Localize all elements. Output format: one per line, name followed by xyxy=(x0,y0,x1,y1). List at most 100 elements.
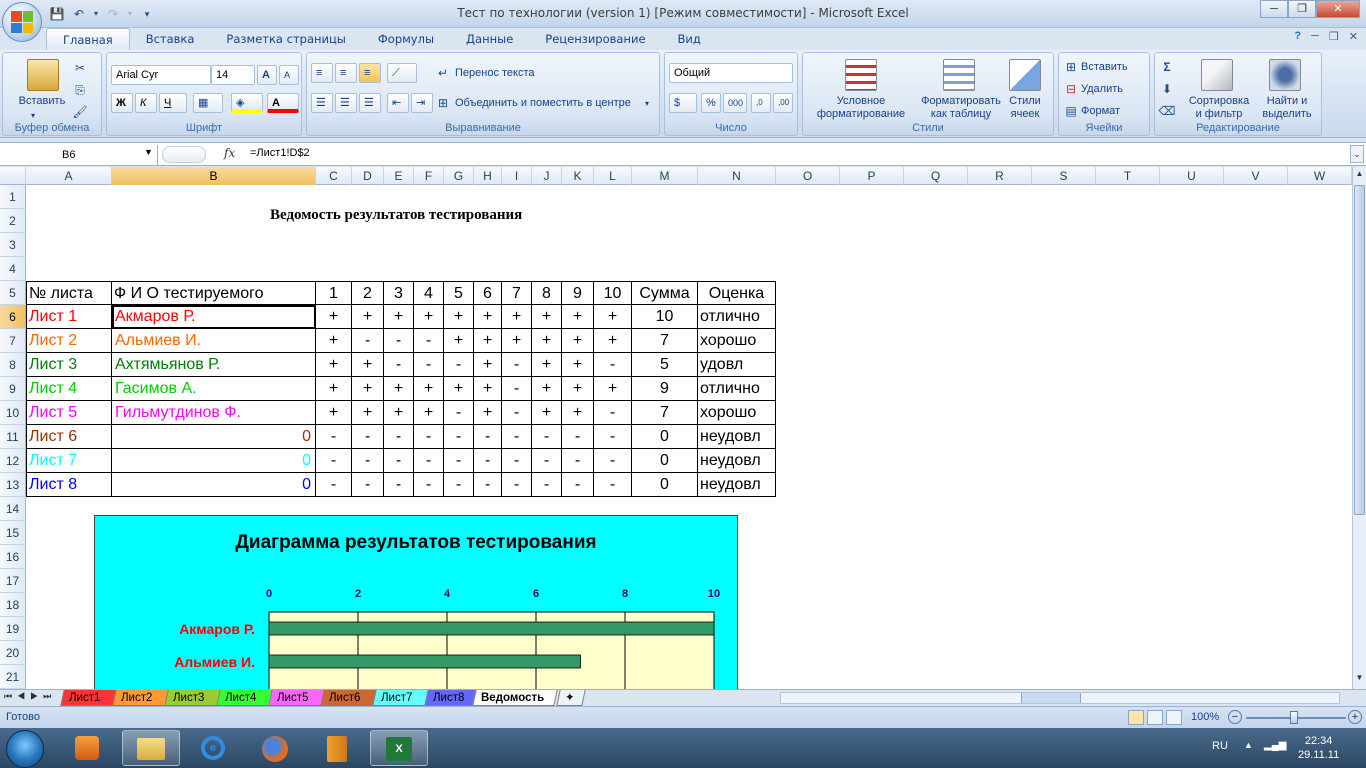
tab-insert[interactable]: Вставка xyxy=(130,28,211,50)
row-header-20[interactable]: 20 xyxy=(0,641,26,665)
answer-cell[interactable]: - xyxy=(444,401,474,425)
merge-center-button[interactable]: Объединить и поместить в центре xyxy=(455,97,631,110)
start-button[interactable] xyxy=(6,730,44,768)
conditional-formatting-label1[interactable]: Условное xyxy=(805,95,917,108)
row-header-18[interactable]: 18 xyxy=(0,593,26,617)
row-header-1[interactable]: 1 xyxy=(0,185,26,209)
italic-button[interactable]: К xyxy=(135,93,157,113)
format-cells-icon[interactable]: ▤ xyxy=(1063,103,1079,119)
row-header-8[interactable]: 8 xyxy=(0,353,26,377)
answer-cell[interactable]: - xyxy=(444,449,474,473)
decrease-indent-icon[interactable]: ⇤ xyxy=(387,93,409,113)
format-cells-button[interactable]: Формат xyxy=(1081,105,1120,118)
tray-arrow-icon[interactable]: ▲ xyxy=(1244,740,1253,750)
delete-cells-button[interactable]: Удалить xyxy=(1081,83,1123,96)
answer-cell[interactable]: + xyxy=(594,377,632,401)
table-header-cell[interactable]: 3 xyxy=(384,281,414,305)
orientation-icon[interactable]: ⟋ xyxy=(387,63,417,83)
paste-button-label[interactable]: Вставить xyxy=(7,95,77,108)
table-header-cell[interactable]: 8 xyxy=(532,281,562,305)
grade-cell[interactable]: неудовл xyxy=(698,473,776,497)
sheet-title[interactable]: Ведомость результатов тестирования xyxy=(270,207,522,224)
answer-cell[interactable]: - xyxy=(316,425,352,449)
answer-cell[interactable]: + xyxy=(414,401,444,425)
row-header-15[interactable]: 15 xyxy=(0,521,26,545)
answer-cell[interactable]: - xyxy=(562,425,594,449)
sum-cell[interactable]: 7 xyxy=(632,401,698,425)
answer-cell[interactable]: + xyxy=(352,377,384,401)
answer-cell[interactable]: - xyxy=(414,473,444,497)
answer-cell[interactable]: - xyxy=(414,425,444,449)
sum-cell[interactable]: 0 xyxy=(632,449,698,473)
find-select-label2[interactable]: выделить xyxy=(1257,108,1317,121)
answer-cell[interactable]: - xyxy=(384,473,414,497)
sheet-tab-2[interactable]: Лист2 xyxy=(112,690,170,706)
horizontal-scrollbar[interactable] xyxy=(780,692,1340,704)
answer-cell[interactable]: + xyxy=(594,305,632,329)
answer-cell[interactable]: + xyxy=(502,329,532,353)
answer-cell[interactable]: + xyxy=(316,305,352,329)
answer-cell[interactable]: + xyxy=(316,401,352,425)
answer-cell[interactable]: + xyxy=(532,329,562,353)
answer-cell[interactable]: - xyxy=(444,473,474,497)
insert-cells-button[interactable]: Вставить xyxy=(1081,61,1128,74)
column-header-i[interactable]: I xyxy=(502,167,532,185)
answer-cell[interactable]: + xyxy=(474,329,502,353)
font-name-select[interactable]: Arial Cyr xyxy=(111,65,211,85)
align-middle-icon[interactable]: ≡ xyxy=(335,63,357,83)
column-header-l[interactable]: L xyxy=(594,167,632,185)
row-header-9[interactable]: 9 xyxy=(0,377,26,401)
column-header-u[interactable]: U xyxy=(1160,167,1224,185)
answer-cell[interactable]: - xyxy=(594,401,632,425)
zoom-in-icon[interactable]: + xyxy=(1348,710,1362,724)
answer-cell[interactable]: - xyxy=(562,449,594,473)
merge-center-icon[interactable]: ⊞ xyxy=(435,95,451,111)
format-painter-icon[interactable]: 🖌 xyxy=(71,103,89,121)
fill-color-icon[interactable]: ◈ xyxy=(231,93,263,113)
conditional-formatting-icon[interactable] xyxy=(845,59,877,91)
answer-cell[interactable]: + xyxy=(444,305,474,329)
sum-cell[interactable]: 10 xyxy=(632,305,698,329)
row-header-11[interactable]: 11 xyxy=(0,425,26,449)
answer-cell[interactable]: - xyxy=(384,425,414,449)
column-header-f[interactable]: F xyxy=(414,167,444,185)
sheet-tab-1[interactable]: Лист1 xyxy=(60,690,118,706)
answer-cell[interactable]: + xyxy=(352,305,384,329)
column-header-a[interactable]: A xyxy=(26,167,112,185)
answer-cell[interactable]: - xyxy=(352,425,384,449)
answer-cell[interactable]: - xyxy=(474,449,502,473)
sum-cell[interactable]: 5 xyxy=(632,353,698,377)
table-header-cell[interactable]: № листа xyxy=(26,281,112,305)
column-header-j[interactable]: J xyxy=(532,167,562,185)
answer-cell[interactable]: + xyxy=(562,305,594,329)
align-bottom-icon[interactable]: ≡ xyxy=(359,63,381,83)
align-right-icon[interactable]: ☰ xyxy=(359,93,381,113)
sheet-nav-icons[interactable]: ⏮◀▶⏭ xyxy=(4,691,56,702)
delete-cells-icon[interactable]: ⊟ xyxy=(1063,81,1079,97)
answer-cell[interactable]: - xyxy=(414,449,444,473)
column-header-g[interactable]: G xyxy=(444,167,474,185)
bar[interactable] xyxy=(268,654,581,669)
tab-data[interactable]: Данные xyxy=(450,28,529,50)
sum-cell[interactable]: 7 xyxy=(632,329,698,353)
table-header-cell[interactable]: Ф И О тестируемого xyxy=(112,281,316,305)
column-header-o[interactable]: O xyxy=(776,167,840,185)
explorer-taskbar-icon[interactable] xyxy=(122,730,180,766)
thousands-icon[interactable]: 000 xyxy=(723,93,747,113)
answer-cell[interactable]: + xyxy=(532,305,562,329)
ie-taskbar-icon[interactable]: e xyxy=(184,730,242,766)
zoom-out-icon[interactable]: − xyxy=(1228,710,1242,724)
answer-cell[interactable]: - xyxy=(414,353,444,377)
answer-cell[interactable]: - xyxy=(502,425,532,449)
answer-cell[interactable]: - xyxy=(414,329,444,353)
name-box-dropdown-icon[interactable]: ▼ xyxy=(144,147,153,157)
bar[interactable] xyxy=(268,621,715,636)
select-all-corner[interactable] xyxy=(0,167,26,185)
paste-icon[interactable] xyxy=(27,59,59,91)
normal-view-icon[interactable] xyxy=(1128,710,1144,725)
answer-cell[interactable]: + xyxy=(414,305,444,329)
table-header-cell[interactable]: 7 xyxy=(502,281,532,305)
answer-cell[interactable]: - xyxy=(444,425,474,449)
help-icon[interactable]: ? xyxy=(1294,30,1301,43)
table-header-cell[interactable]: 4 xyxy=(414,281,444,305)
